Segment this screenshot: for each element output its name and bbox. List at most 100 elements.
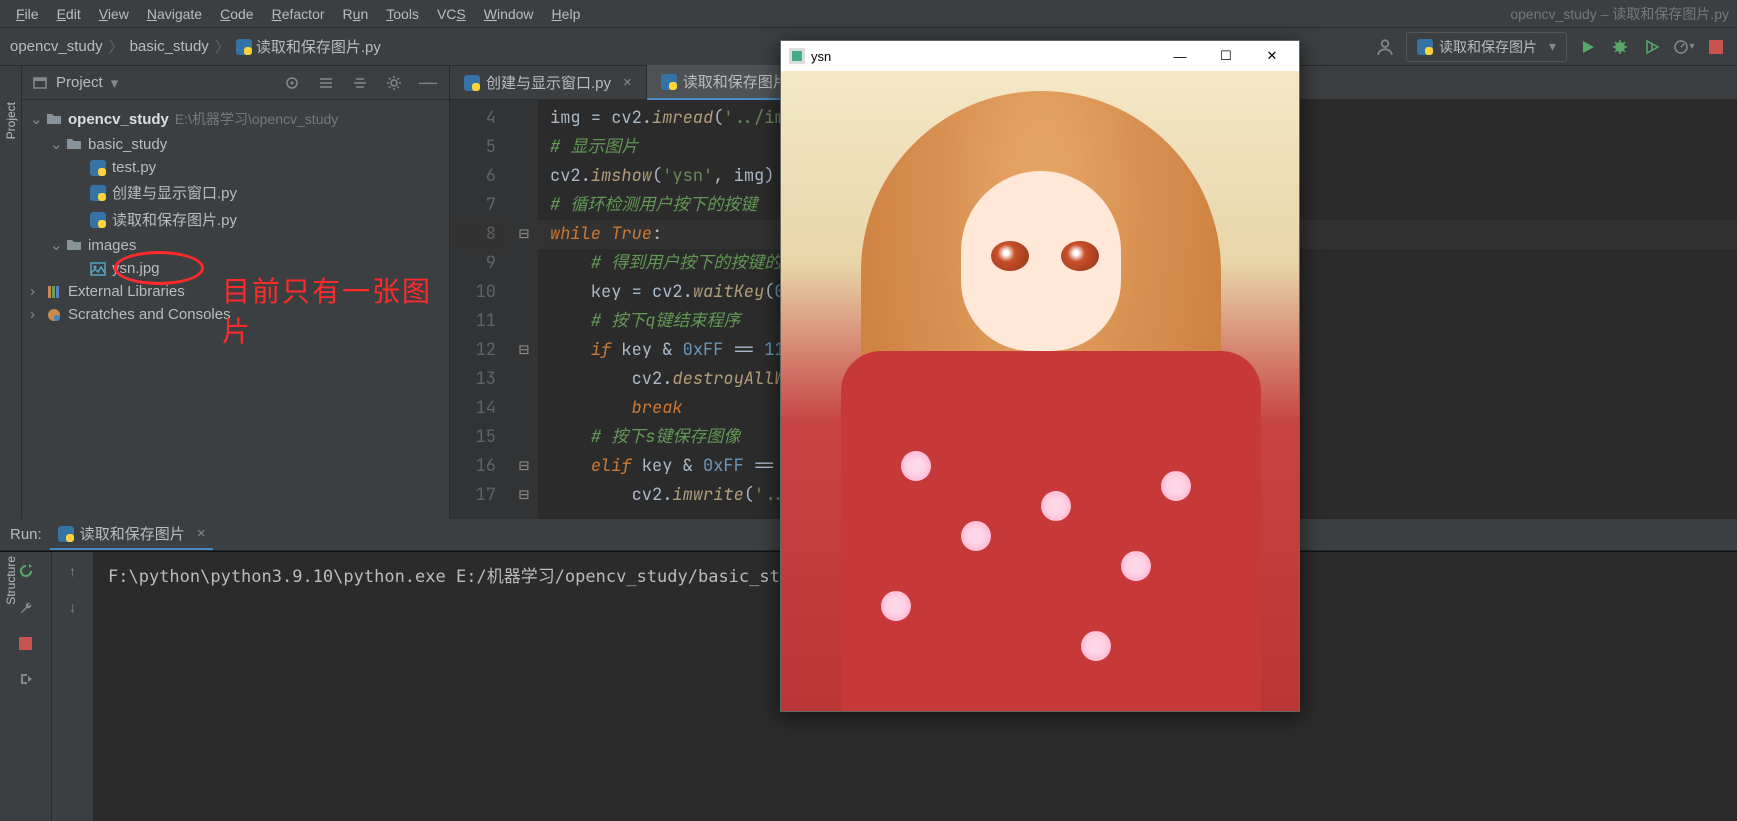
left-gutter-bottom: Structure bbox=[0, 550, 22, 611]
folder-icon bbox=[46, 111, 62, 127]
tree-file-readwrite[interactable]: 读取和保存图片.py bbox=[26, 206, 445, 233]
tree-label: basic_study bbox=[88, 136, 167, 153]
scratches-icon bbox=[46, 307, 62, 323]
menu-view[interactable]: View bbox=[91, 4, 137, 24]
editor-tab-1[interactable]: 创建与显示窗口.py × bbox=[450, 66, 647, 99]
library-icon bbox=[46, 284, 62, 300]
chevron-down-icon: ⌄ bbox=[50, 236, 60, 254]
expand-all-icon[interactable] bbox=[315, 72, 337, 94]
tree-label: 读取和保存图片.py bbox=[112, 209, 237, 230]
left-gutter: Project bbox=[0, 66, 22, 551]
tab-label: 读取和保存图片 bbox=[683, 71, 788, 92]
image-file-icon bbox=[90, 261, 106, 277]
menu-code[interactable]: Code bbox=[212, 4, 261, 24]
hide-icon[interactable]: — bbox=[417, 72, 439, 94]
run-tab[interactable]: 读取和保存图片 × bbox=[50, 519, 214, 550]
tree-file-ysn[interactable]: ysn.jpg bbox=[26, 257, 445, 280]
app-icon bbox=[789, 48, 805, 64]
tree-label: test.py bbox=[112, 159, 156, 176]
chevron-down-icon: ▾ bbox=[1549, 38, 1556, 55]
debug-button[interactable] bbox=[1609, 36, 1631, 58]
chevron-right-icon: › bbox=[30, 306, 40, 323]
line-gutter: 4 5 6 7 8 9 10 11 12 13 14 15 16 17 bbox=[450, 100, 510, 527]
tab-label: 创建与显示窗口.py bbox=[486, 72, 611, 93]
user-icon[interactable] bbox=[1374, 36, 1396, 58]
tree-root-label: opencv_study bbox=[68, 111, 169, 128]
breadcrumb-folder[interactable]: basic_study bbox=[130, 38, 209, 55]
menu-run[interactable]: Run bbox=[335, 4, 377, 24]
menu-refactor[interactable]: Refactor bbox=[264, 4, 333, 24]
window-title-hint: opencv_study – 读取和保存图片.py bbox=[1510, 4, 1729, 24]
close-button[interactable]: ✕ bbox=[1249, 42, 1295, 70]
chevron-down-icon: ⌄ bbox=[50, 135, 60, 153]
run-button[interactable] bbox=[1577, 36, 1599, 58]
close-icon[interactable]: × bbox=[623, 74, 632, 91]
menu-window[interactable]: Window bbox=[476, 4, 542, 24]
opencv-titlebar[interactable]: ysn — ☐ ✕ bbox=[781, 41, 1299, 71]
tree-folder-images[interactable]: ⌄ images bbox=[26, 233, 445, 257]
tree-label: External Libraries bbox=[68, 283, 185, 300]
tree-file-window[interactable]: 创建与显示窗口.py bbox=[26, 179, 445, 206]
chevron-down-icon[interactable]: ▾ bbox=[111, 74, 119, 92]
tab-structure[interactable]: Structure bbox=[4, 550, 18, 611]
tree-label: Scratches and Consoles bbox=[68, 306, 231, 323]
select-opened-file-icon[interactable] bbox=[281, 72, 303, 94]
tree-root[interactable]: ⌄ opencv_study E:\机器学习\opencv_study bbox=[26, 106, 445, 132]
python-file-icon bbox=[90, 212, 106, 228]
tab-project[interactable]: Project bbox=[4, 96, 18, 145]
menu-file[interactable]: FFileile bbox=[8, 4, 47, 24]
close-icon[interactable]: × bbox=[197, 525, 206, 542]
run-tab-label: 读取和保存图片 bbox=[80, 523, 185, 544]
python-file-icon bbox=[58, 526, 74, 542]
project-tree: ⌄ opencv_study E:\机器学习\opencv_study ⌄ ba… bbox=[22, 100, 449, 332]
down-arrow-icon[interactable]: ↓ bbox=[62, 596, 84, 618]
exit-icon[interactable] bbox=[15, 668, 37, 690]
stop-button[interactable] bbox=[1705, 36, 1727, 58]
folder-icon bbox=[66, 237, 82, 253]
settings-icon[interactable] bbox=[383, 72, 405, 94]
coverage-button[interactable] bbox=[1641, 36, 1663, 58]
tree-file-test[interactable]: test.py bbox=[26, 156, 445, 179]
run-config-selector[interactable]: 读取和保存图片 ▾ bbox=[1406, 32, 1567, 62]
opencv-window-title: ysn bbox=[811, 49, 831, 64]
fold-gutter: ⊟ ⊟ ⊟ ⊟ bbox=[510, 100, 538, 527]
chevron-right-icon: 〉 bbox=[215, 36, 230, 57]
python-file-icon bbox=[90, 185, 106, 201]
profile-button[interactable]: ▾ bbox=[1673, 36, 1695, 58]
python-file-icon bbox=[236, 39, 252, 55]
run-sidebar-secondary: ↑ ↓ bbox=[52, 552, 94, 821]
run-title: Run: bbox=[10, 526, 42, 543]
folder-icon bbox=[66, 136, 82, 152]
menubar: FFileile Edit View Navigate Code Refacto… bbox=[0, 0, 1737, 28]
opencv-window[interactable]: ysn — ☐ ✕ bbox=[780, 40, 1300, 712]
project-panel: Project ▾ — ⌄ opencv_study E:\机器学习\openc… bbox=[22, 66, 450, 551]
chevron-down-icon: ⌄ bbox=[30, 110, 40, 128]
menu-help[interactable]: Help bbox=[544, 4, 589, 24]
tree-external-libs[interactable]: › External Libraries bbox=[26, 280, 445, 303]
breadcrumb-root[interactable]: opencv_study bbox=[10, 38, 103, 55]
up-arrow-icon[interactable]: ↑ bbox=[62, 560, 84, 582]
minimize-button[interactable]: — bbox=[1157, 42, 1203, 70]
menu-edit[interactable]: Edit bbox=[49, 4, 89, 24]
menu-tools[interactable]: Tools bbox=[378, 4, 427, 24]
python-file-icon bbox=[1417, 39, 1433, 55]
breadcrumb-file[interactable]: 读取和保存图片.py bbox=[236, 36, 381, 57]
run-config-label: 读取和保存图片 bbox=[1439, 37, 1537, 57]
chevron-right-icon: 〉 bbox=[109, 36, 124, 57]
tree-folder-basic-study[interactable]: ⌄ basic_study bbox=[26, 132, 445, 156]
opencv-image-content bbox=[781, 71, 1299, 711]
menu-navigate[interactable]: Navigate bbox=[139, 4, 210, 24]
breadcrumb: opencv_study 〉 basic_study 〉 读取和保存图片.py bbox=[10, 36, 381, 57]
tree-label: images bbox=[88, 237, 136, 254]
collapse-all-icon[interactable] bbox=[349, 72, 371, 94]
project-icon bbox=[32, 75, 48, 91]
stop-button[interactable] bbox=[15, 632, 37, 654]
tree-root-path: E:\机器学习\opencv_study bbox=[175, 109, 338, 129]
python-file-icon bbox=[464, 75, 480, 91]
maximize-button[interactable]: ☐ bbox=[1203, 42, 1249, 70]
chevron-right-icon: › bbox=[30, 283, 40, 300]
python-file-icon bbox=[661, 74, 677, 90]
project-title: Project bbox=[56, 74, 103, 91]
menu-vcs[interactable]: VCS bbox=[429, 4, 474, 24]
tree-scratches[interactable]: › Scratches and Consoles bbox=[26, 303, 445, 326]
